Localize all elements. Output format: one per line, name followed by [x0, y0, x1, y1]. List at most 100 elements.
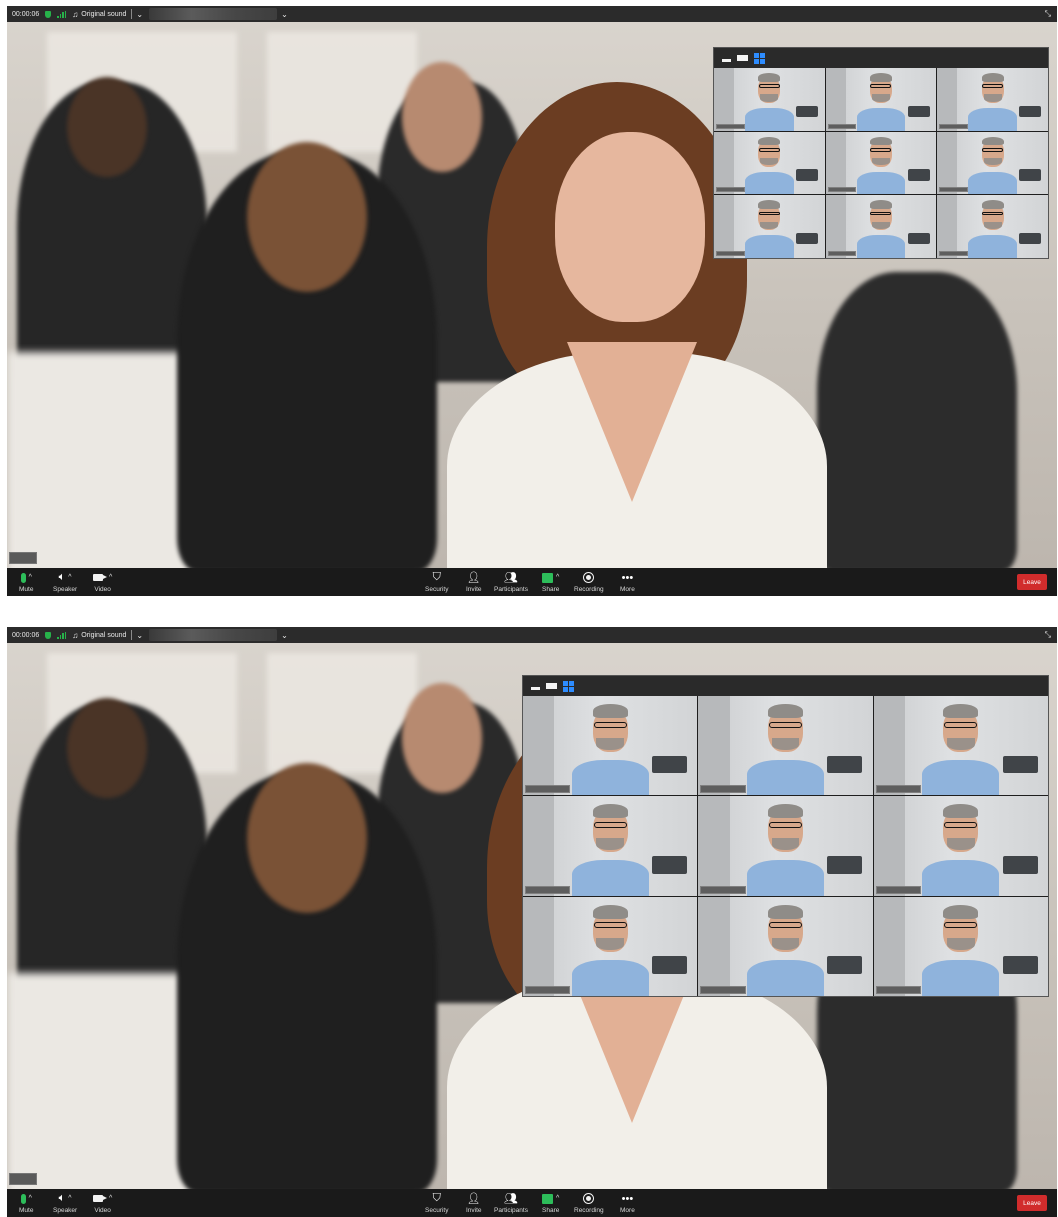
background-person-head	[402, 62, 482, 172]
network-signal-icon[interactable]	[57, 10, 67, 18]
chevron-down-icon[interactable]: ⌄	[136, 631, 143, 640]
participant-video-tile[interactable]	[873, 896, 1048, 996]
caret-up-icon[interactable]: ^	[29, 574, 32, 581]
participant-video-tile[interactable]	[937, 68, 1048, 131]
participant-glasses	[768, 822, 803, 829]
microphone-icon	[20, 1193, 26, 1204]
original-sound-toggle[interactable]: ♫ Original sound	[72, 10, 126, 19]
participant-wall	[937, 131, 958, 195]
encryption-shield-icon[interactable]	[45, 631, 52, 639]
chevron-down-icon[interactable]: ⌄	[281, 10, 288, 19]
chevron-down-icon[interactable]: ⌄	[136, 10, 143, 19]
caret-up-icon[interactable]: ^	[109, 574, 112, 581]
leave-button[interactable]: Leave	[1017, 574, 1047, 590]
minimize-view-icon[interactable]	[722, 58, 731, 62]
shield-icon: ⛉	[432, 1192, 441, 1204]
ellipsis-icon: •••	[621, 1192, 634, 1205]
share-screen-icon	[542, 1193, 554, 1204]
invite-label: Invite	[466, 1207, 482, 1214]
participant-chair	[907, 169, 930, 181]
more-button[interactable]: ••• More	[620, 570, 635, 594]
participant-name-tag	[939, 123, 969, 129]
participant-wall	[873, 796, 906, 896]
participant-chair	[795, 232, 819, 245]
speaker-button[interactable]: 🔈︎ ^ Speaker	[53, 570, 77, 593]
chevron-down-icon[interactable]: ⌄	[281, 631, 288, 640]
invite-button[interactable]: 👤︎ Invite	[466, 1191, 482, 1214]
meeting-timer: 00:00:06	[12, 10, 40, 18]
participant-video-tile[interactable]	[698, 796, 873, 896]
meeting-topic-redacted	[149, 629, 278, 641]
participant-beard	[771, 838, 800, 850]
security-button[interactable]: ⛉ Security	[425, 1191, 448, 1214]
participants-button[interactable]: 👥︎ Participants	[494, 1191, 528, 1214]
mute-button[interactable]: ^ Mute	[19, 570, 33, 593]
participant-video-tile[interactable]	[937, 131, 1048, 195]
exit-fullscreen-icon[interactable]: ⤡	[1045, 630, 1051, 640]
participant-glasses	[870, 84, 892, 89]
participants-button[interactable]: 👥︎ Participants	[494, 570, 528, 593]
participant-video-tile[interactable]	[714, 195, 825, 258]
participant-name-tag	[827, 187, 857, 193]
encryption-shield-icon[interactable]	[45, 10, 52, 18]
participant-beard	[596, 838, 625, 850]
exit-fullscreen-icon[interactable]: ⤡	[1045, 9, 1051, 19]
participant-body	[571, 859, 649, 896]
add-user-icon: 👤︎	[466, 1193, 481, 1205]
video-button[interactable]: ^ Video	[93, 1191, 112, 1214]
speaker-strip-view-icon[interactable]	[737, 55, 748, 61]
security-label: Security	[425, 1207, 449, 1214]
gallery-grid-view-icon[interactable]	[563, 680, 574, 692]
participant-video-tile[interactable]	[698, 696, 873, 796]
gallery-panel[interactable]	[522, 675, 1049, 997]
original-sound-toggle[interactable]: ♫ Original sound	[72, 631, 126, 640]
participant-glasses	[870, 211, 892, 216]
participant-glasses	[758, 211, 780, 216]
foreground-person-head	[247, 763, 367, 913]
recording-button[interactable]: Recording	[574, 1191, 604, 1214]
invite-button[interactable]: 👤︎ Invite	[466, 570, 482, 593]
background-person-head	[402, 683, 482, 793]
participant-video-tile[interactable]	[714, 68, 825, 131]
participant-video-tile[interactable]	[825, 68, 937, 131]
share-button[interactable]: ^ Share	[542, 1191, 559, 1214]
participant-video-tile[interactable]	[523, 696, 698, 796]
caret-up-icon[interactable]: ^	[68, 574, 71, 581]
caret-up-icon[interactable]: ^	[109, 1195, 112, 1202]
share-screen-icon	[542, 572, 554, 583]
speaker-strip-view-icon[interactable]	[546, 683, 557, 689]
speaker-button[interactable]: 🔈︎ ^ Speaker	[53, 1191, 77, 1214]
participant-video-tile[interactable]	[873, 796, 1048, 896]
share-button[interactable]: ^ Share	[542, 570, 559, 593]
participant-video-tile[interactable]	[714, 131, 825, 195]
caret-up-icon[interactable]: ^	[29, 1195, 32, 1202]
participant-beard	[872, 221, 890, 230]
leave-button[interactable]: Leave	[1017, 1195, 1047, 1211]
speaker-name-tag	[9, 1173, 37, 1185]
meeting-top-bar: 00:00:06 ♫ Original sound ⌄ ⌄ ⤡	[7, 627, 1057, 643]
participant-video-tile[interactable]	[937, 195, 1048, 258]
gallery-grid-view-icon[interactable]	[754, 52, 765, 64]
participant-name-tag	[716, 251, 745, 256]
participant-wall	[937, 68, 958, 131]
security-button[interactable]: ⛉ Security	[425, 570, 448, 593]
participant-video-tile[interactable]	[825, 195, 937, 258]
caret-up-icon[interactable]: ^	[556, 574, 559, 581]
mute-button[interactable]: ^ Mute	[19, 1191, 33, 1214]
recording-button[interactable]: Recording	[574, 570, 604, 593]
network-signal-icon[interactable]	[57, 631, 67, 639]
caret-up-icon[interactable]: ^	[556, 1195, 559, 1202]
participant-video-tile[interactable]	[523, 896, 698, 996]
caret-up-icon[interactable]: ^	[68, 1195, 71, 1202]
participants-icon: 👥︎	[504, 1193, 518, 1205]
participant-chair	[1002, 956, 1038, 975]
video-button[interactable]: ^ Video	[93, 570, 112, 593]
participant-video-tile[interactable]	[698, 896, 873, 996]
more-button[interactable]: ••• More	[620, 1191, 635, 1215]
participant-video-tile[interactable]	[873, 696, 1048, 796]
gallery-panel[interactable]	[713, 47, 1049, 259]
participant-video-tile[interactable]	[523, 796, 698, 896]
minimize-view-icon[interactable]	[531, 686, 540, 690]
participant-chair	[827, 855, 863, 874]
participant-video-tile[interactable]	[825, 131, 937, 195]
